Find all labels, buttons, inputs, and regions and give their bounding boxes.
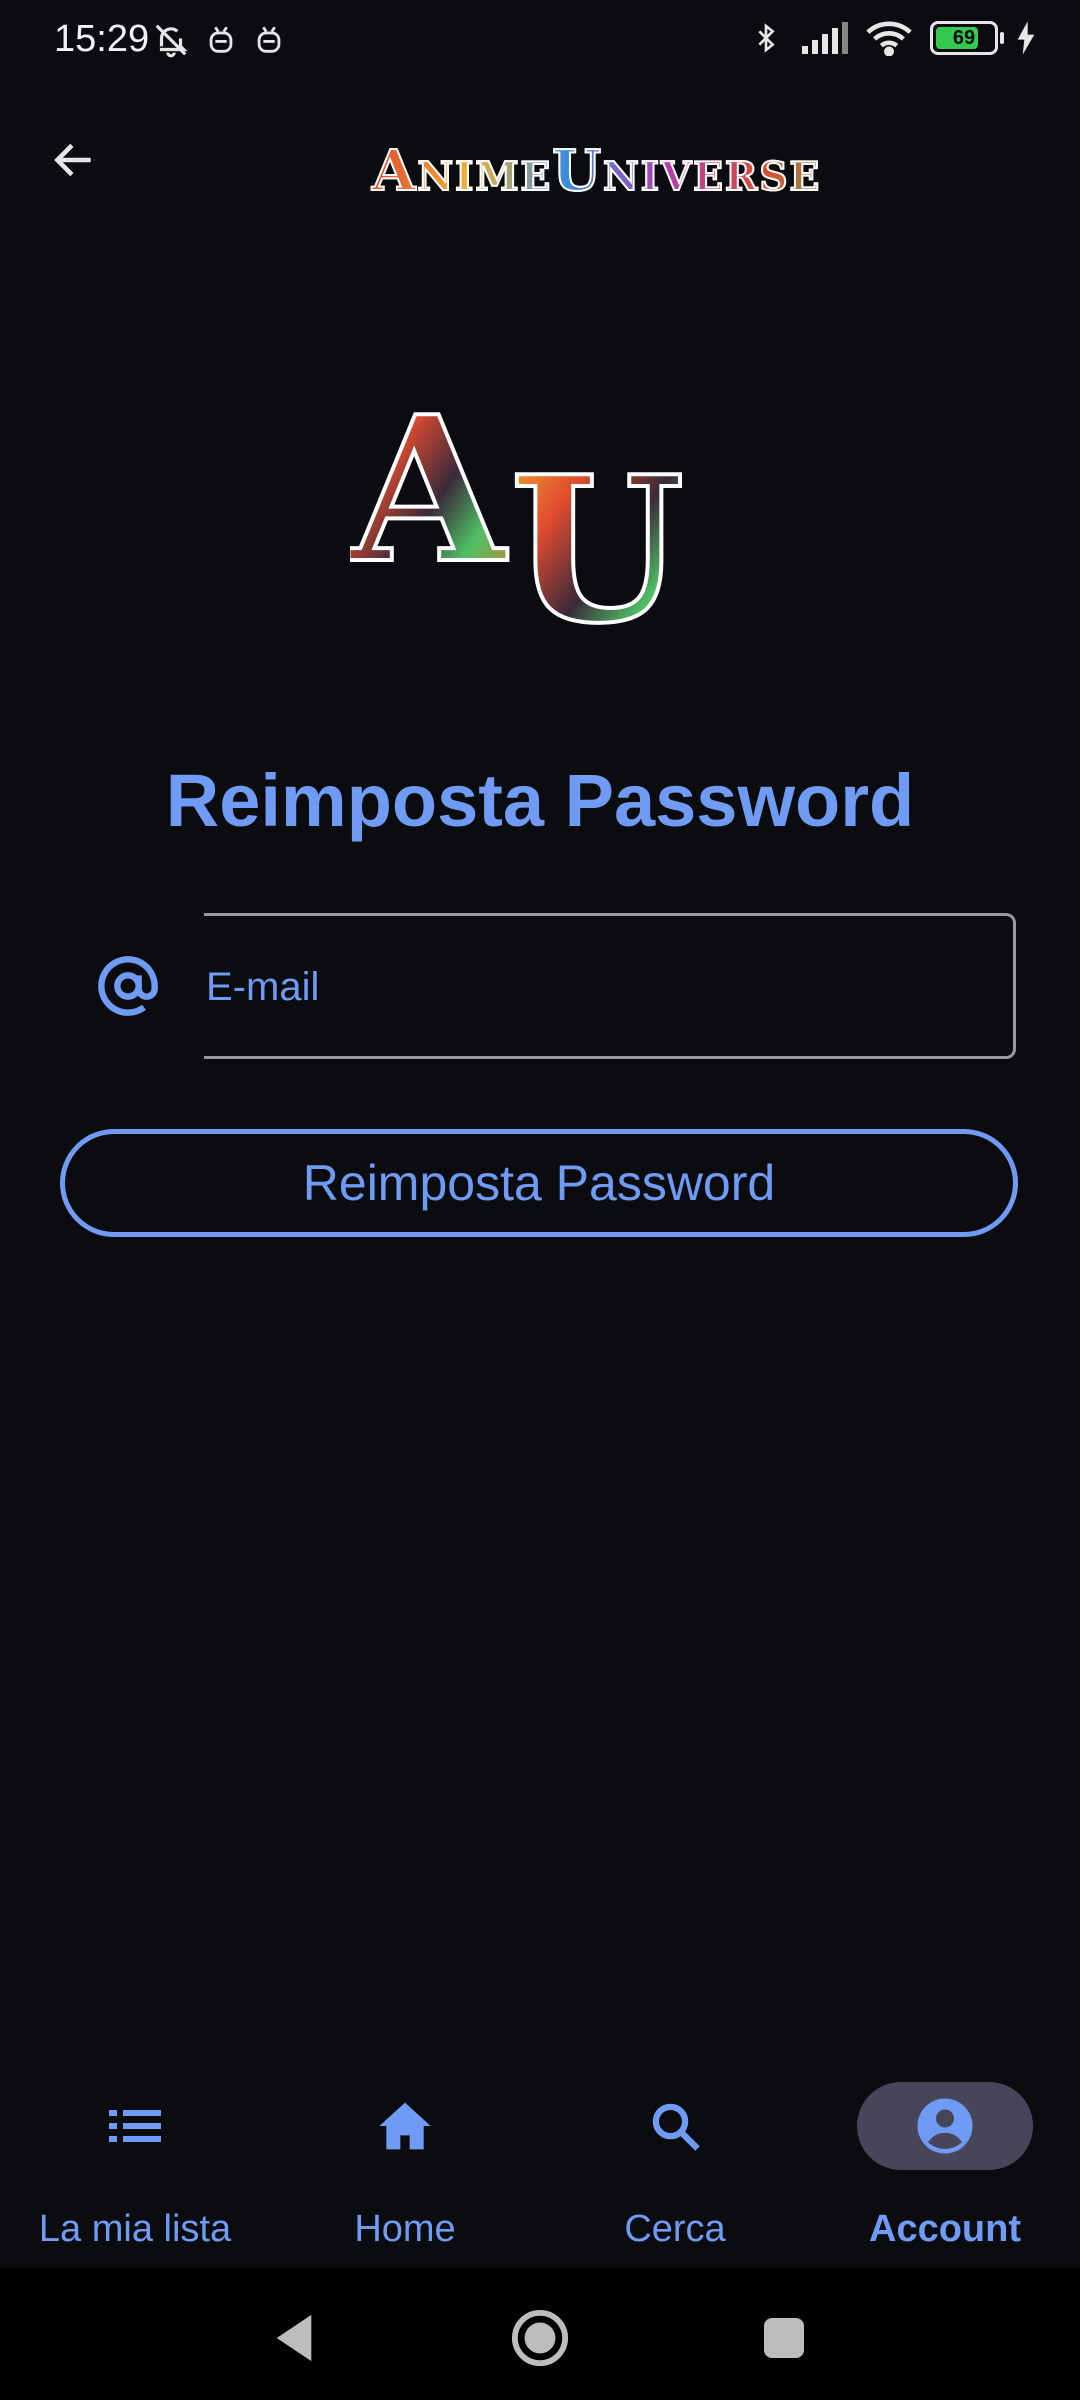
nav-item-my-list[interactable]: La mia lista [0, 2080, 270, 2250]
search-icon [652, 2103, 700, 2151]
nav-label: Account [869, 2208, 1021, 2250]
robot-icon [209, 26, 233, 53]
nav-item-account[interactable]: Account [810, 2080, 1080, 2250]
nav-label: La mia lista [38, 2208, 232, 2250]
system-recents-button[interactable] [754, 2308, 814, 2368]
email-input[interactable] [204, 916, 1017, 1058]
battery-icon: 69 [930, 21, 1004, 55]
status-time: 15:29 [54, 18, 150, 60]
account-circle-icon [917, 2098, 973, 2154]
system-navigation-bar [0, 2268, 1080, 2400]
nav-item-search[interactable]: Cerca [540, 2080, 810, 2250]
home-icon [379, 2102, 431, 2150]
brand-word-universe: Universe [551, 137, 822, 205]
au-logo-image: A U [350, 380, 686, 630]
app-bar: Anime Universe [0, 110, 1080, 210]
nav-pill [587, 2082, 763, 2170]
status-bar: 15:29 69 [0, 0, 1080, 84]
battery-level: 69 [952, 26, 976, 49]
robot-icon [257, 26, 281, 53]
email-field[interactable] [204, 913, 1017, 1059]
circle-home-icon [511, 2309, 569, 2367]
back-button[interactable] [44, 130, 104, 190]
system-back-button[interactable] [264, 2308, 324, 2368]
nav-item-home[interactable]: Home [270, 2080, 540, 2250]
wifi-icon [866, 21, 912, 56]
arrow-left-icon [54, 143, 91, 177]
status-left-icons [152, 20, 286, 60]
system-home-button[interactable] [510, 2308, 570, 2368]
nav-label: Cerca [624, 2208, 726, 2250]
bluetooth-icon [758, 23, 775, 53]
triangle-back-icon [276, 2314, 312, 2362]
brand-word-anime: Anime [371, 137, 553, 205]
svg-text:U: U [510, 433, 684, 630]
bottom-navigation: La mia lista Home Cerca Account [0, 2060, 1080, 2268]
status-right-icons: 69 [750, 18, 1036, 58]
brand-logo: Anime Universe [371, 126, 862, 205]
nav-label: Home [354, 2208, 456, 2250]
at-icon [98, 956, 158, 1016]
nav-pill-active [857, 2082, 1033, 2170]
signal-icon [802, 22, 848, 54]
charging-icon [1017, 21, 1035, 55]
nav-pill [47, 2082, 223, 2170]
bell-off-icon [155, 24, 188, 58]
svg-text:A: A [350, 380, 508, 608]
reset-password-button[interactable]: Reimposta Password [60, 1129, 1018, 1237]
nav-pill [317, 2082, 493, 2170]
list-icon [109, 2110, 161, 2142]
page-title: Reimposta Password [165, 759, 915, 842]
square-recents-icon [764, 2318, 804, 2358]
